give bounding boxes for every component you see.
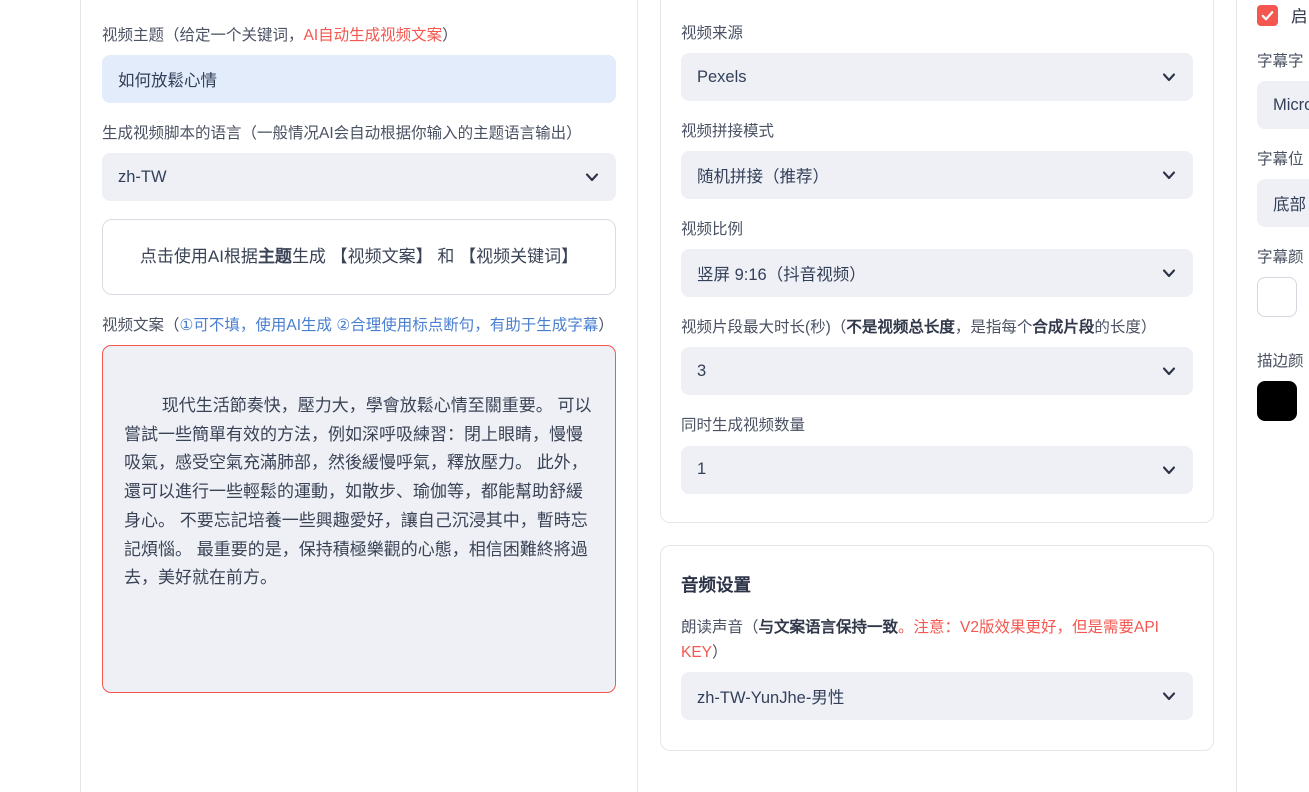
voice-label-p2: ） xyxy=(712,643,728,661)
chevron-down-icon xyxy=(1161,167,1177,183)
video-subject-label-close: ） xyxy=(442,27,458,44)
video-count-value: 1 xyxy=(697,460,707,479)
video-script-label-text: 视频文案（ xyxy=(102,317,180,335)
script-language-label: 生成视频脚本的语言（一般情况AI会自动根据你输入的主题语言输出） xyxy=(102,125,582,143)
clip-duration-value: 3 xyxy=(697,361,707,380)
clip-duration-label-b2: 合成片段 xyxy=(1032,319,1095,337)
script-language-select[interactable]: zh-TW xyxy=(102,153,616,202)
video-subject-label-text: 视频主题（给定一个关键词， xyxy=(102,27,304,44)
video-subject-input[interactable]: 如何放鬆心情 xyxy=(102,55,616,104)
stroke-color-label: 描边颜 xyxy=(1257,353,1304,371)
chevron-down-icon xyxy=(1161,363,1177,379)
clip-duration-label-p2: ，是指每个 xyxy=(954,319,1033,337)
subtitle-color-swatch[interactable] xyxy=(1257,277,1297,318)
checkmark-icon xyxy=(1261,10,1274,20)
audio-settings-title: 音频设置 xyxy=(681,574,751,595)
resize-handle-icon[interactable] xyxy=(598,675,612,689)
ai-button-label-part1: 点击使用AI根据 xyxy=(139,247,258,267)
video-source-value: Pexels xyxy=(697,67,747,86)
chevron-down-icon xyxy=(1161,688,1177,704)
ai-button-label: 点击使用AI根据主题生成 【视频文案】 和 【视频关键词】 xyxy=(140,244,578,270)
right-column: 启 字幕字 Micro 字幕位 底部 字幕颜 描边颜 xyxy=(1236,0,1309,792)
chevron-down-icon xyxy=(1161,462,1177,478)
clip-duration-label-p3: 的长度） xyxy=(1094,319,1157,337)
generate-with-ai-button[interactable]: 点击使用AI根据主题生成 【视频文案】 和 【视频关键词】 xyxy=(102,219,616,296)
voice-label-p1: 朗读声音（ xyxy=(681,618,759,636)
left-column: 视频主题（给定一个关键词，AI自动生成视频文案） 如何放鬆心情 生成视频脚本的语… xyxy=(80,0,638,792)
concat-mode-select[interactable]: 随机拼接（推荐） xyxy=(681,151,1193,200)
audio-settings-card: 音频设置 朗读声音（与文案语言保持一致。注意：V2版效果更好，但是需要API K… xyxy=(660,544,1214,751)
clip-duration-label: 视频片段最大时长(秒)（不是视频总长度，是指每个合成片段的长度） xyxy=(681,315,1193,340)
voice-label-bold: 与文案语言保持一致 xyxy=(758,618,899,636)
chevron-down-icon xyxy=(1161,69,1177,85)
video-subject-label: 视频主题（给定一个关键词，AI自动生成视频文案） xyxy=(102,23,616,48)
subtitle-font-value: Micro xyxy=(1273,95,1309,114)
subtitle-color-label: 字幕颜 xyxy=(1257,249,1304,267)
video-source-label: 视频来源 xyxy=(681,25,744,42)
chevron-down-icon xyxy=(584,169,600,185)
aspect-ratio-select[interactable]: 竖屏 9:16（抖音视频） xyxy=(681,249,1193,298)
chevron-down-icon xyxy=(1161,265,1177,281)
video-script-card: 视频主题（给定一个关键词，AI自动生成视频文案） 如何放鬆心情 生成视频脚本的语… xyxy=(80,0,638,792)
video-script-value: 现代生活節奏快，壓力大，學會放鬆心情至關重要。 可以嘗試一些簡單有效的方法，例如… xyxy=(124,396,592,588)
video-settings-card: 视频来源 Pexels 视频拼接模式 随机拼接（推荐） 视频比例 竖屏 9:16… xyxy=(660,0,1214,523)
subtitle-position-value: 底部 xyxy=(1273,196,1306,215)
script-language-value: zh-TW xyxy=(118,167,167,186)
subtitle-position-select[interactable]: 底部 xyxy=(1257,179,1309,228)
voice-select[interactable]: zh-TW-YunJhe-男性 xyxy=(681,671,1193,720)
ai-button-label-part2: 生成 【视频文案】 和 【视频关键词】 xyxy=(291,247,579,267)
stroke-color-swatch[interactable] xyxy=(1257,381,1297,422)
subtitle-font-select[interactable]: Micro xyxy=(1257,81,1309,130)
video-script-label-hint: ①可不填，使用AI生成 ②合理使用标点断句，有助于生成字幕 xyxy=(179,317,599,335)
video-script-label-close: ） xyxy=(598,317,614,335)
enable-subtitle-row[interactable]: 启 xyxy=(1257,3,1309,27)
clip-duration-label-b1: 不是视频总长度 xyxy=(846,319,955,337)
app-page: 视频主题（给定一个关键词，AI自动生成视频文案） 如何放鬆心情 生成视频脚本的语… xyxy=(0,0,1309,792)
video-count-select[interactable]: 1 xyxy=(681,445,1193,494)
clip-duration-select[interactable]: 3 xyxy=(681,347,1193,396)
video-script-textarea[interactable]: 现代生活節奏快，壓力大，學會放鬆心情至關重要。 可以嘗試一些簡單有效的方法，例如… xyxy=(102,345,616,694)
video-subject-value: 如何放鬆心情 xyxy=(118,72,217,91)
voice-label: 朗读声音（与文案语言保持一致。注意：V2版效果更好，但是需要API KEY） xyxy=(681,615,1193,665)
video-source-select[interactable]: Pexels xyxy=(681,53,1193,102)
enable-subtitle-checkbox[interactable] xyxy=(1257,4,1278,26)
video-subject-label-highlight: AI自动生成视频文案 xyxy=(303,27,443,44)
clip-duration-label-p1: 视频片段最大时长(秒)（ xyxy=(681,319,847,337)
aspect-ratio-value: 竖屏 9:16（抖音视频） xyxy=(697,266,866,285)
subtitle-settings-card: 启 字幕字 Micro 字幕位 底部 字幕颜 描边颜 xyxy=(1236,0,1309,792)
voice-value: zh-TW-YunJhe-男性 xyxy=(697,688,845,707)
concat-mode-label: 视频拼接模式 xyxy=(681,123,775,141)
subtitle-font-label: 字幕字 xyxy=(1257,53,1304,70)
ai-button-label-bold: 主题 xyxy=(257,247,292,267)
video-script-label: 视频文案（①可不填，使用AI生成 ②合理使用标点断句，有助于生成字幕） xyxy=(102,313,616,338)
concat-mode-value: 随机拼接（推荐） xyxy=(697,168,829,187)
subtitle-position-label: 字幕位 xyxy=(1257,151,1304,169)
aspect-ratio-label: 视频比例 xyxy=(681,221,744,239)
middle-column: 视频来源 Pexels 视频拼接模式 随机拼接（推荐） 视频比例 竖屏 9:16… xyxy=(660,0,1214,751)
enable-subtitle-label: 启 xyxy=(1291,8,1308,26)
video-count-label: 同时生成视频数量 xyxy=(681,417,806,435)
